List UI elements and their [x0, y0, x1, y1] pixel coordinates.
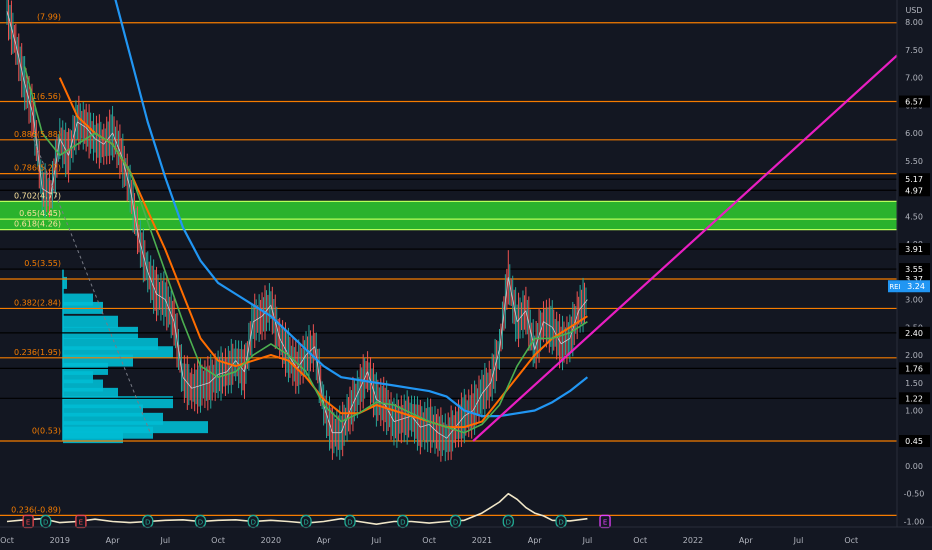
price-label: 1.76	[905, 364, 923, 373]
fib-level-label: 0(0.53)	[32, 427, 61, 436]
price-label: 2.40	[905, 329, 923, 338]
symbol-label: REI	[889, 283, 900, 291]
fib-level-label: 0.5(3.55)	[24, 259, 61, 268]
price-tick-label: 5.50	[905, 157, 923, 166]
event-marker-label: D	[400, 518, 405, 526]
fib-level-label: 0.382(2.84)	[14, 298, 61, 307]
price-tick-label: 7.00	[905, 74, 923, 83]
event-marker-label: D	[453, 518, 458, 526]
event-marker-label: D	[506, 518, 511, 526]
fib-level-label: 0.886(5.88)	[14, 130, 61, 139]
price-tick-label: 4.50	[905, 212, 923, 221]
event-marker-label: D	[347, 518, 352, 526]
price-label: 3.91	[905, 245, 923, 254]
event-marker-label: E	[26, 518, 30, 526]
time-tick-label: Apr	[528, 536, 543, 545]
time-tick-label: 2019	[50, 536, 70, 545]
time-tick-label: Oct	[0, 536, 14, 545]
time-tick-label: Apr	[317, 536, 332, 545]
fib-level-label: 0.618(4.26)	[14, 220, 61, 229]
event-marker-label: D	[558, 518, 563, 526]
time-tick-label: Oct	[211, 536, 225, 545]
time-tick-label: 2022	[683, 536, 703, 545]
fib-level-label: 0.786(5.27)	[14, 164, 61, 173]
time-tick-label: Jul	[793, 536, 804, 545]
time-tick-label: Oct	[844, 536, 858, 545]
last-price-label: 3.24	[907, 282, 925, 291]
price-tick-label: 2.00	[905, 351, 923, 360]
price-tick-label: 6.00	[905, 129, 923, 138]
time-tick-label: Apr	[739, 536, 754, 545]
time-tick-label: Jul	[582, 536, 593, 545]
price-label: 5.17	[905, 175, 923, 184]
price-label: 6.57	[905, 98, 923, 107]
currency-label: USD	[905, 6, 922, 15]
event-marker-label: D	[43, 518, 48, 526]
price-chart[interactable]: 1(6.56) 0.886(5.88) 0.786(5.27) 0.702(4.77)…	[0, 0, 932, 550]
price-label: 3.55	[905, 265, 923, 274]
price-tick-label: -0.50	[904, 490, 925, 499]
time-tick-label: Apr	[106, 536, 121, 545]
time-tick-label: 2021	[472, 536, 492, 545]
time-tick-label: Oct	[422, 536, 436, 545]
time-tick-label: Jul	[160, 536, 171, 545]
time-tick-label: Oct	[633, 536, 647, 545]
chart-background	[0, 0, 932, 550]
fib-level-label: 1(6.56)	[32, 92, 61, 101]
event-marker-label: E	[79, 518, 83, 526]
event-marker-label: D	[145, 518, 150, 526]
price-tick-label: 1.00	[905, 407, 923, 416]
event-marker-label: D	[303, 518, 308, 526]
fib-level-label: 0.65(4.45)	[19, 209, 61, 218]
price-label: 1.22	[905, 394, 923, 403]
event-marker-label: E	[603, 518, 607, 526]
price-tick-label: 1.50	[905, 379, 923, 388]
fib-level-label: 0.702(4.77)	[14, 191, 61, 200]
fib-level-label: 0.236(1.95)	[14, 348, 61, 357]
time-tick-label: 2020	[261, 536, 281, 545]
price-tick-label: 8.00	[905, 18, 923, 27]
price-tick-label: -1.00	[904, 517, 925, 526]
fib-level-label: (7.99)	[37, 13, 61, 22]
price-label: 4.97	[905, 186, 923, 195]
price-label: 0.45	[905, 437, 923, 446]
volume-profile-bar	[63, 315, 118, 328]
price-tick-label: 3.00	[905, 296, 923, 305]
event-marker-label: D	[198, 518, 203, 526]
time-tick-label: Jul	[371, 536, 382, 545]
price-tick-label: 0.00	[905, 462, 923, 471]
fib-level-label: 0.236(-0.89)	[11, 505, 61, 514]
price-tick-label: 7.50	[905, 46, 923, 55]
event-marker-label: D	[251, 518, 256, 526]
